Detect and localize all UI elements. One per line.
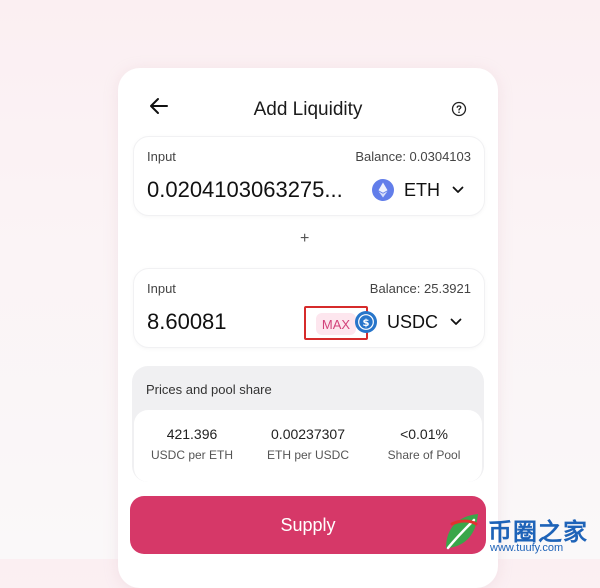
token-b-symbol: USDC [387,311,439,332]
token-a-input-panel: Input Balance: 0.0304103 0.0204103063275… [133,136,485,216]
prices-pool-share-section: Prices and pool share 421.396 USDC per E… [132,366,484,482]
balance-label: Balance: 0.0304103 [355,149,471,164]
stat-usdc-per-eth: 421.396 USDC per ETH [134,426,250,462]
section-title: Prices and pool share [146,382,272,397]
question-circle-icon[interactable] [451,101,467,117]
watermark-url: www.tuufy.com [490,542,564,554]
supply-button[interactable]: Supply [130,496,486,554]
eth-icon [372,179,394,201]
stat-label: USDC per ETH [150,448,233,462]
max-button[interactable]: MAX [316,313,356,335]
token-a-symbol: ETH [404,179,440,200]
token-a-select[interactable]: ETH [372,177,464,203]
chevron-down-icon [452,186,464,193]
usdc-icon: $ [355,311,377,333]
token-b-input-panel: Input Balance: 25.3921 8.60081 MAX $ USD… [133,268,485,348]
stats-panel: 421.396 USDC per ETH 0.00237307 ETH per … [134,410,482,482]
stat-value: 421.396 [166,426,218,442]
input-label: Input [147,281,176,296]
chevron-down-icon [450,318,462,325]
stat-value: <0.01% [400,426,448,442]
stat-label: Share of Pool [387,448,461,462]
input-label: Input [147,149,176,164]
page-title: Add Liquidity [253,99,363,120]
stat-share-of-pool: <0.01% Share of Pool [366,426,482,462]
stat-label: ETH per USDC [266,448,349,462]
balance-label: Balance: 25.3921 [369,281,471,296]
stat-eth-per-usdc: 0.00237307 ETH per USDC [250,426,366,462]
svg-text:$: $ [363,318,370,329]
token-a-amount-input[interactable]: 0.0204103063275... [147,177,357,203]
watermark: 币圈之家 www.tuufy.com [440,510,600,559]
leaf-logo-icon [446,514,478,550]
stat-value: 0.00237307 [271,426,345,442]
plus-icon: + [300,230,310,247]
token-b-select[interactable]: $ USDC [355,309,462,335]
